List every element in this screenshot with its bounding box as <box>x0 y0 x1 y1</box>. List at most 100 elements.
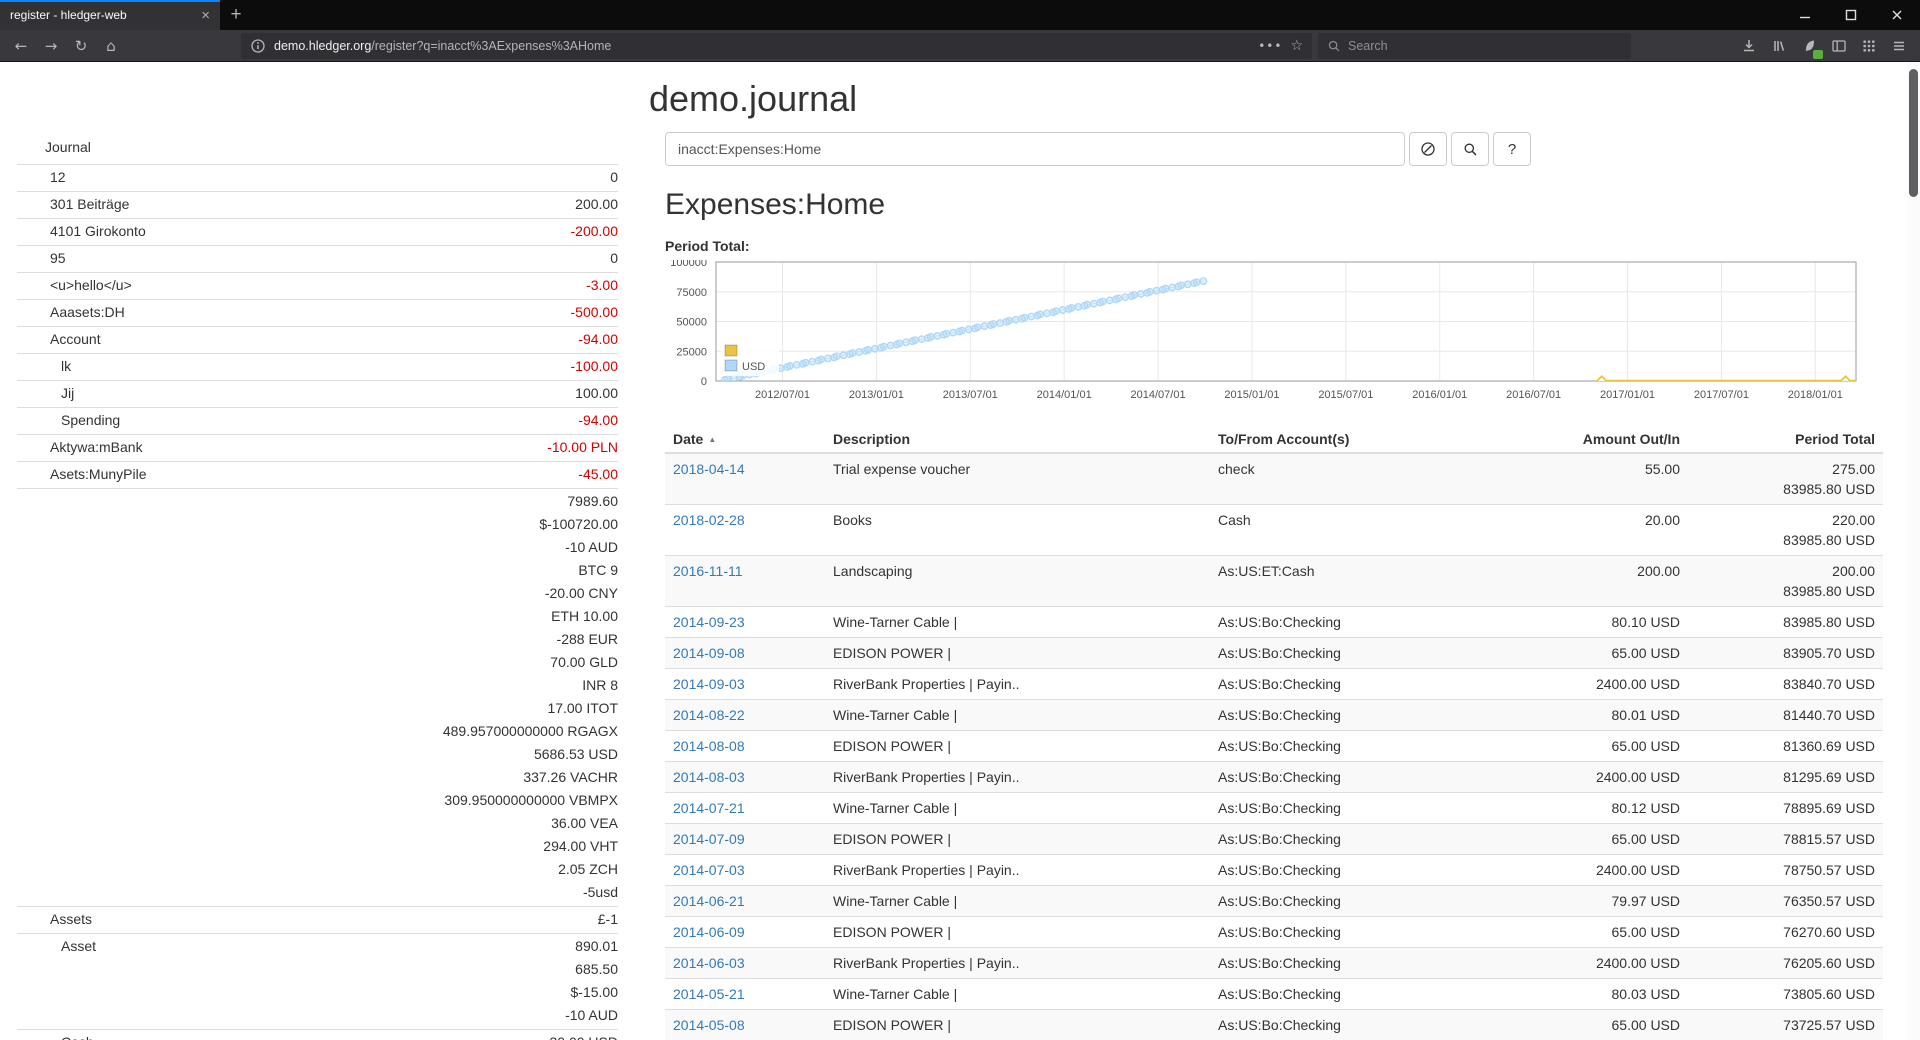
help-button[interactable]: ? <box>1493 132 1531 166</box>
account-row[interactable]: Spending-94.00 <box>17 407 618 434</box>
account-row[interactable]: 4101 Girokonto-200.00 <box>17 218 618 245</box>
transaction-date-link[interactable]: 2014-05-21 <box>673 986 745 1002</box>
account-list: 12 0 301 Beiträge 200.004101 Girokonto-200.… <box>17 164 618 1040</box>
account-row[interactable]: <u>hello</u> -3.00 <box>17 272 618 299</box>
svg-text:2016/01/01: 2016/01/01 <box>1412 389 1467 400</box>
account-balance: 0 <box>610 166 618 189</box>
account-row[interactable]: Jij100.00 <box>17 380 618 407</box>
browser-tab[interactable]: register - hledger-web × <box>0 0 220 30</box>
account-name[interactable]: Cash <box>17 1031 94 1040</box>
transaction-account: As:US:Bo:Checking <box>1210 824 1570 855</box>
back-button[interactable]: ← <box>6 32 36 60</box>
register-table: Date▲ Description To/From Account(s) Amo… <box>665 426 1883 1040</box>
transaction-date-link[interactable]: 2014-09-08 <box>673 645 745 661</box>
transaction-date-link[interactable]: 2014-08-22 <box>673 707 745 723</box>
maximize-icon <box>1845 9 1857 21</box>
transaction-date-cell: 2014-08-08 <box>665 731 825 762</box>
account-name[interactable]: Account <box>17 328 101 351</box>
extension-button[interactable] <box>1794 32 1824 60</box>
account-row[interactable]: Assets £-1 <box>17 906 618 933</box>
bookmark-star-icon[interactable]: ☆ <box>1290 38 1303 54</box>
account-row[interactable]: Aktywa:mBank-10.00 PLN <box>17 434 618 461</box>
transaction-date-link[interactable]: 2014-06-09 <box>673 924 745 940</box>
transaction-date-link[interactable]: 2014-06-21 <box>673 893 745 909</box>
home-button[interactable]: ⌂ <box>96 32 126 60</box>
transaction-date-link[interactable]: 2014-07-21 <box>673 800 745 816</box>
transaction-account: Cash <box>1210 505 1570 556</box>
account-row[interactable]: Asset890.01685.50$-15.00-10 AUD <box>17 933 618 1029</box>
transaction-date-link[interactable]: 2014-08-08 <box>673 738 745 754</box>
transaction-date-link[interactable]: 2014-06-03 <box>673 955 745 971</box>
account-name[interactable]: 4101 Girokonto <box>17 220 146 243</box>
download-icon <box>1741 38 1757 54</box>
column-header-date[interactable]: Date▲ <box>665 426 825 453</box>
window-maximize-button[interactable] <box>1828 0 1874 30</box>
transaction-date-link[interactable]: 2014-09-03 <box>673 676 745 692</box>
account-name[interactable]: 301 Beiträge <box>17 193 129 216</box>
account-name[interactable]: <u>hello</u> <box>17 274 132 297</box>
account-row[interactable]: 301 Beiträge 200.00 <box>17 191 618 218</box>
reload-button[interactable]: ↻ <box>66 32 96 60</box>
account-row[interactable]: 950 <box>17 245 618 272</box>
page-scrollbar[interactable] <box>1907 62 1920 1040</box>
account-name[interactable]: Asets:MunyPile <box>17 463 146 486</box>
sidebar-toggle-button[interactable] <box>1824 32 1854 60</box>
download-button[interactable] <box>1734 32 1764 60</box>
clear-query-button[interactable] <box>1409 132 1447 166</box>
transaction-date-link[interactable]: 2014-05-08 <box>673 1017 745 1033</box>
account-name[interactable]: 95 <box>17 247 66 270</box>
transaction-description: Wine-Tarner Cable | <box>825 607 1210 638</box>
library-button[interactable] <box>1764 32 1794 60</box>
url-host: demo.hledger.org <box>274 39 371 53</box>
browser-search-box[interactable]: Search <box>1318 33 1631 59</box>
account-name[interactable]: Asset <box>17 935 96 958</box>
account-name[interactable]: lk <box>17 355 71 378</box>
transaction-date-link[interactable]: 2014-09-23 <box>673 614 745 630</box>
transaction-date-link[interactable]: 2018-02-28 <box>673 512 745 528</box>
menu-button[interactable] <box>1884 32 1914 60</box>
account-row[interactable]: Asets:MunyPile-45.00 <box>17 461 618 488</box>
balance-amount: 2.05 ZCH <box>443 858 618 881</box>
account-name[interactable]: Spending <box>17 409 120 432</box>
balance-amount: 200.00 <box>575 193 618 216</box>
search-button[interactable] <box>1451 132 1489 166</box>
window-minimize-button[interactable] <box>1782 0 1828 30</box>
page-actions-icon[interactable]: ••• <box>1258 39 1282 53</box>
transaction-description: EDISON POWER | <box>825 731 1210 762</box>
transaction-date-link[interactable]: 2016-11-11 <box>673 563 743 579</box>
svg-text:2013/07/01: 2013/07/01 <box>943 389 998 400</box>
account-name[interactable]: Jij <box>17 382 74 405</box>
account-row[interactable]: lk-100.00 <box>17 353 618 380</box>
account-row[interactable]: Cash-30.00 USD-117.00 <box>17 1029 618 1040</box>
account-row[interactable]: Aaasets:DH-500.00 <box>17 299 618 326</box>
account-name[interactable]: Aaasets:DH <box>17 301 125 324</box>
register-main: ? Expenses:Home Period Total: 0250005000… <box>665 62 1883 1040</box>
period-total: 76270.60 USD <box>1688 917 1883 948</box>
account-balance: £-1 <box>598 908 618 931</box>
account-row[interactable]: Account-94.00 <box>17 326 618 353</box>
transaction-date-link[interactable]: 2014-07-03 <box>673 862 745 878</box>
transaction-date-link[interactable]: 2018-04-14 <box>673 461 745 477</box>
window-close-button[interactable] <box>1874 0 1920 30</box>
account-name[interactable]: 12 <box>17 166 66 189</box>
new-tab-button[interactable]: + <box>220 0 252 30</box>
column-header-description: Description <box>825 426 1210 453</box>
period-total: 83840.70 USD <box>1688 669 1883 700</box>
transaction-date-link[interactable]: 2014-07-09 <box>673 831 745 847</box>
url-bar[interactable]: demo.hledger.org/register?q=inacct%3AExp… <box>241 33 1312 59</box>
period-total: 220.0083985.80 USD <box>1688 505 1883 556</box>
site-info-icon[interactable] <box>250 38 266 54</box>
account-row[interactable]: 7989.60$-100720.00-10 AUDBTC 9-20.00 CNY… <box>17 488 618 906</box>
journal-link[interactable]: Journal <box>17 136 618 164</box>
account-name[interactable]: Aktywa:mBank <box>17 436 143 459</box>
svg-text:2017/01/01: 2017/01/01 <box>1600 389 1655 400</box>
forward-button[interactable]: → <box>36 32 66 60</box>
balance-amount: -3.00 <box>586 274 618 297</box>
query-input[interactable] <box>665 132 1405 166</box>
transaction-date-link[interactable]: 2014-08-03 <box>673 769 745 785</box>
account-name[interactable]: Assets <box>17 908 92 931</box>
tab-close-icon[interactable]: × <box>201 8 210 23</box>
scrollbar-thumb[interactable] <box>1909 69 1918 197</box>
account-row[interactable]: 12 0 <box>17 164 618 191</box>
apps-grid-button[interactable] <box>1854 32 1884 60</box>
